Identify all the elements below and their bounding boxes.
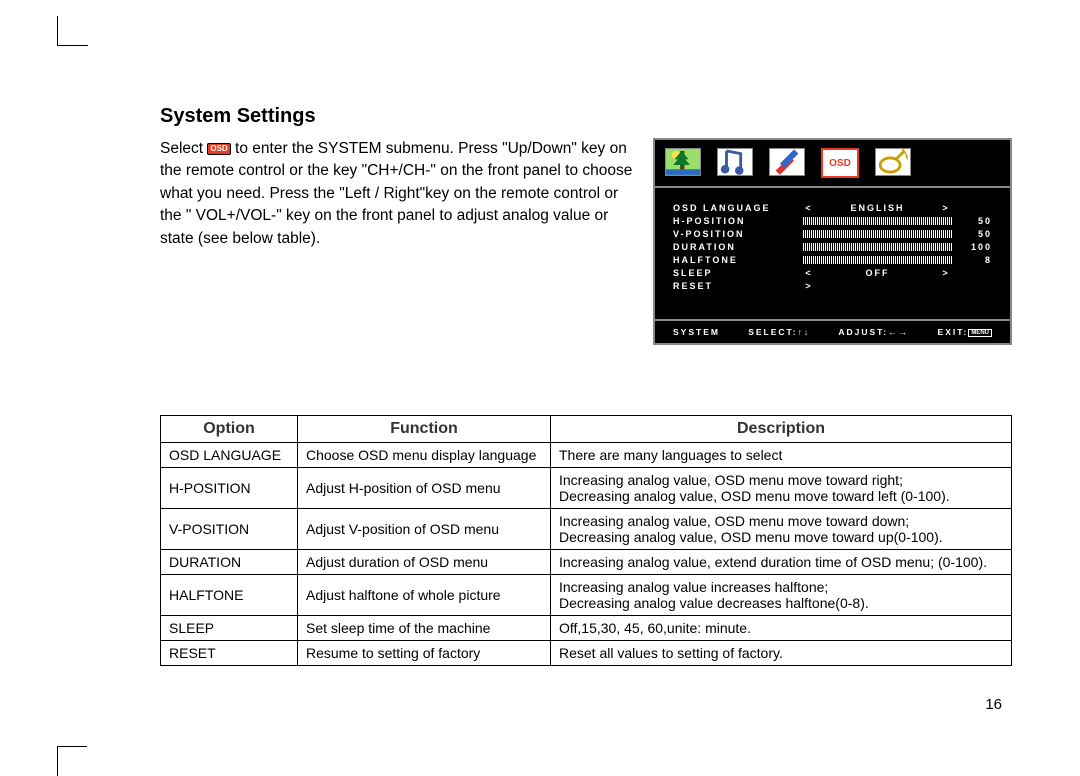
- options-table: Option Function Description OSD LANGUAGE…: [160, 415, 1012, 666]
- osd-row-control: <ENGLISH>: [803, 203, 952, 213]
- osd-menu-screenshot: OSD OSD LANGUAGE<ENGLISH>H-POSITION50V-P…: [653, 138, 1012, 345]
- osd-row-control: [803, 243, 952, 251]
- cell-description: Reset all values to setting of factory.: [551, 641, 1012, 666]
- osd-row: H-POSITION 50: [673, 216, 992, 226]
- table-row: HALFTONEAdjust halftone of whole picture…: [161, 575, 1012, 616]
- crop-mark-top-left: [58, 45, 88, 76]
- cell-description: Off,15,30, 45, 60,unite: minute.: [551, 616, 1012, 641]
- osd-menu-body: OSD LANGUAGE<ENGLISH>H-POSITION50V-POSIT…: [655, 188, 1010, 319]
- osd-row-control: [803, 217, 952, 225]
- cell-description: Increasing analog value, OSD menu move t…: [551, 468, 1012, 509]
- osd-row-control: [803, 256, 952, 264]
- cell-function: Adjust halftone of whole picture: [298, 575, 551, 616]
- cell-function: Adjust V-position of OSD menu: [298, 509, 551, 550]
- osd-row-control: [803, 230, 952, 238]
- intro-text-suffix: to enter the SYSTEM submenu. Press "Up/D…: [160, 140, 632, 247]
- cell-option: RESET: [161, 641, 298, 666]
- osd-row: HALFTONE 8: [673, 255, 992, 265]
- cell-option: DURATION: [161, 550, 298, 575]
- osd-row-control: >: [803, 281, 952, 291]
- cell-function: Resume to setting of factory: [298, 641, 551, 666]
- table-row: OSD LANGUAGEChoose OSD menu display lang…: [161, 443, 1012, 468]
- osd-tab-icons: OSD: [655, 140, 1010, 188]
- intro-paragraph: Select OSD to enter the SYSTEM submenu. …: [160, 138, 640, 250]
- osd-row: DURATION 100: [673, 242, 992, 252]
- osd-row-value: 50: [952, 229, 992, 239]
- osd-row: OSD LANGUAGE<ENGLISH>: [673, 203, 992, 213]
- cell-description: Increasing analog value increases halfto…: [551, 575, 1012, 616]
- osd-row-control: <OFF>: [803, 268, 952, 278]
- osd-footer-select: SELECT:↑↓: [748, 327, 810, 337]
- osd-footer-system: SYSTEM: [673, 327, 720, 337]
- col-description: Description: [551, 416, 1012, 443]
- table-header-row: Option Function Description: [161, 416, 1012, 443]
- cell-option: HALFTONE: [161, 575, 298, 616]
- cell-option: OSD LANGUAGE: [161, 443, 298, 468]
- osd-row: SLEEP<OFF>: [673, 268, 992, 278]
- osd-tab-icon: OSD: [821, 148, 859, 178]
- cell-function: Adjust duration of OSD menu: [298, 550, 551, 575]
- osd-footer-adjust: ADJUST:←→: [838, 327, 909, 337]
- table-row: RESETResume to setting of factoryReset a…: [161, 641, 1012, 666]
- cell-function: Adjust H-position of OSD menu: [298, 468, 551, 509]
- osd-row-value: 8: [952, 255, 992, 265]
- cell-description: Increasing analog value, extend duration…: [551, 550, 1012, 575]
- osd-row-label: DURATION: [673, 242, 803, 252]
- osd-row: RESET>: [673, 281, 992, 291]
- cell-description: There are many languages to select: [551, 443, 1012, 468]
- table-row: SLEEPSet sleep time of the machineOff,15…: [161, 616, 1012, 641]
- osd-row-label: V-POSITION: [673, 229, 803, 239]
- osd-row-label: H-POSITION: [673, 216, 803, 226]
- osd-menu-footer: SYSTEM SELECT:↑↓ ADJUST:←→ EXIT:MENU: [655, 319, 1010, 343]
- osd-row-label: OSD LANGUAGE: [673, 203, 803, 213]
- menu-chip: MENU: [968, 329, 992, 337]
- picture-icon: [665, 148, 701, 176]
- cell-option: V-POSITION: [161, 509, 298, 550]
- table-row: H-POSITIONAdjust H-position of OSD menuI…: [161, 468, 1012, 509]
- intro-text-prefix: Select: [160, 140, 207, 157]
- tools-icon: [769, 148, 805, 176]
- cell-function: Choose OSD menu display language: [298, 443, 551, 468]
- osd-footer-exit: EXIT:MENU: [938, 327, 992, 337]
- col-option: Option: [161, 416, 298, 443]
- cell-function: Set sleep time of the machine: [298, 616, 551, 641]
- col-function: Function: [298, 416, 551, 443]
- crop-mark-bottom-left: [58, 716, 88, 746]
- osd-row-label: HALFTONE: [673, 255, 803, 265]
- osd-row-value: 50: [952, 216, 992, 226]
- osd-inline-badge: OSD: [207, 143, 230, 155]
- osd-row-value: 100: [952, 242, 992, 252]
- page-title: System Settings: [160, 105, 1012, 128]
- manual-page: System Settings Select OSD to enter the …: [160, 105, 1012, 270]
- page-number: 16: [985, 696, 1002, 713]
- cell-option: SLEEP: [161, 616, 298, 641]
- table-row: V-POSITIONAdjust V-position of OSD menuI…: [161, 509, 1012, 550]
- cell-description: Increasing analog value, OSD menu move t…: [551, 509, 1012, 550]
- osd-row: V-POSITION 50: [673, 229, 992, 239]
- osd-row-label: RESET: [673, 281, 803, 291]
- audio-icon: [717, 148, 753, 176]
- table-row: DURATIONAdjust duration of OSD menuIncre…: [161, 550, 1012, 575]
- cell-option: H-POSITION: [161, 468, 298, 509]
- osd-row-label: SLEEP: [673, 268, 803, 278]
- satellite-icon: [875, 148, 911, 176]
